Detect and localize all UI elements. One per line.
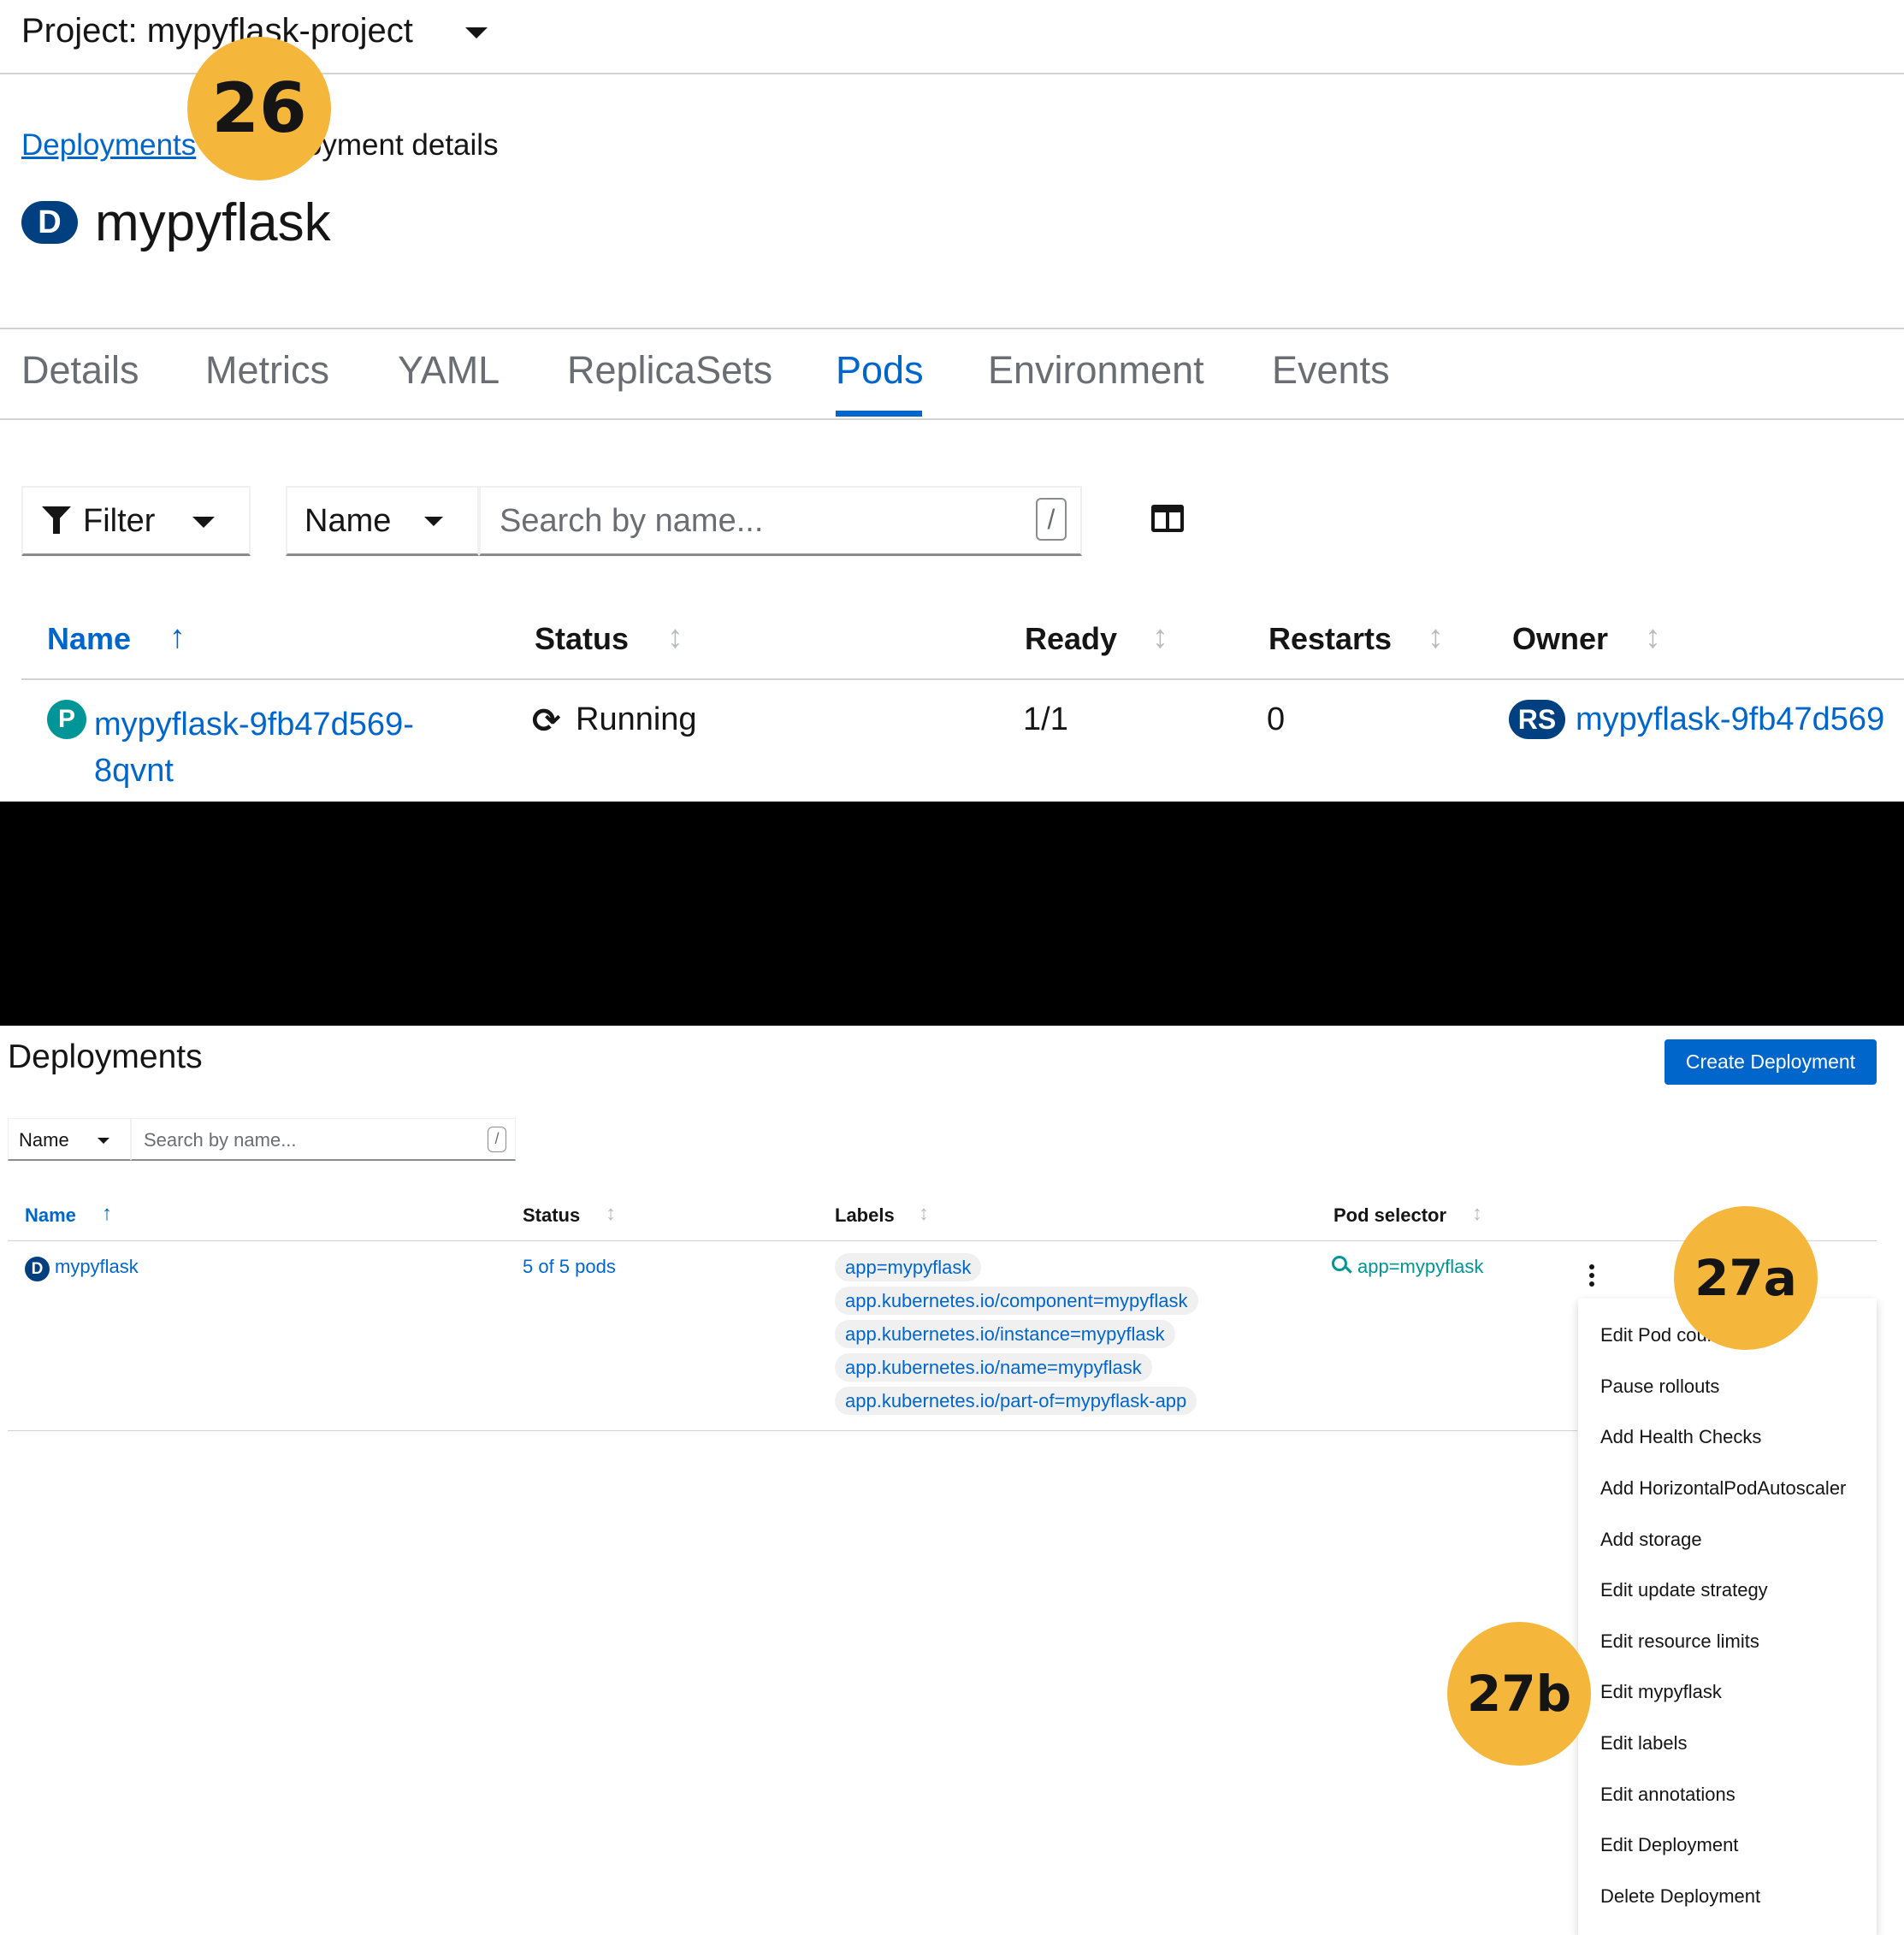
column-header-status[interactable]: Status — [535, 621, 629, 657]
replicaset-badge: RS — [1509, 700, 1565, 739]
caret-down-icon — [98, 1138, 109, 1144]
deployment-badge: D — [25, 1257, 50, 1281]
caret-down-icon — [192, 517, 215, 528]
label-chip[interactable]: app.kubernetes.io/part-of=mypyflask-app — [835, 1387, 1197, 1415]
label-chip[interactable]: app.kubernetes.io/component=mypyflask — [835, 1287, 1198, 1315]
name-select-label: Name — [305, 503, 392, 539]
menu-item-edit-deployment[interactable]: Edit Deployment — [1600, 1834, 1738, 1856]
label-chip[interactable]: app.kubernetes.io/name=mypyflask — [835, 1353, 1152, 1382]
menu-item-edit-mypyflask[interactable]: Edit mypyflask — [1600, 1681, 1722, 1703]
sort-asc-icon[interactable]: ↑ — [169, 619, 186, 656]
callout-27a: 27a — [1674, 1206, 1818, 1350]
menu-item-add-health-checks[interactable]: Add Health Checks — [1600, 1426, 1761, 1448]
filter-icon-stem — [53, 518, 60, 534]
table-header-divider — [21, 678, 1904, 680]
name-select[interactable]: Name — [8, 1118, 131, 1161]
caret-down-icon[interactable] — [465, 27, 488, 38]
kebab-dot — [1589, 1273, 1594, 1278]
search-placeholder: Search by name... — [144, 1129, 297, 1151]
filter-label: Filter — [83, 503, 156, 539]
pod-restarts: 0 — [1267, 701, 1286, 737]
sort-asc-icon[interactable]: ↑ — [102, 1202, 112, 1226]
search-input[interactable]: Search by name... / — [131, 1118, 516, 1161]
sort-icon[interactable]: ↕ — [606, 1202, 616, 1226]
label-chip[interactable]: app.kubernetes.io/instance=mypyflask — [835, 1320, 1175, 1348]
sort-icon[interactable]: ↕ — [1472, 1202, 1482, 1226]
tab-events[interactable]: Events — [1272, 348, 1390, 393]
name-select[interactable]: Name — [286, 486, 479, 556]
tab-yaml[interactable]: YAML — [398, 348, 500, 393]
active-tab-indicator — [836, 411, 922, 417]
sort-icon[interactable]: ↕ — [919, 1202, 929, 1226]
name-select-label: Name — [19, 1129, 69, 1151]
actions-menu: Edit Pod count Pause rollouts Add Health… — [1578, 1299, 1877, 1935]
column-header-pod-selector[interactable]: Pod selector — [1333, 1204, 1446, 1227]
pod-name-link[interactable]: mypyflask-9fb47d569-8qvnt — [94, 701, 436, 794]
pod-selector-link[interactable]: app=mypyflask — [1357, 1256, 1483, 1278]
menu-item-add-hpa[interactable]: Add HorizontalPodAutoscaler — [1600, 1477, 1846, 1500]
deployments-title: Deployments — [8, 1039, 203, 1075]
filter-button[interactable]: Filter — [21, 486, 251, 556]
menu-item-edit-annotations[interactable]: Edit annotations — [1600, 1784, 1735, 1806]
breadcrumb-deployments-link[interactable]: Deployments — [21, 128, 196, 162]
project-selector[interactable]: Project: mypyflask-project — [21, 12, 413, 50]
table-row-divider — [8, 1430, 1577, 1431]
search-placeholder: Search by name... — [500, 503, 764, 539]
create-deployment-button[interactable]: Create Deployment — [1665, 1039, 1877, 1085]
pod-status: Running — [576, 701, 697, 737]
title-row: D mypyflask — [21, 188, 331, 257]
tab-metrics[interactable]: Metrics — [205, 348, 329, 393]
callout-27b: 27b — [1447, 1622, 1591, 1766]
deployment-details-panel: Project: mypyflask-project Deployments›D… — [0, 0, 1904, 802]
menu-item-add-storage[interactable]: Add storage — [1600, 1529, 1702, 1551]
owner-link[interactable]: mypyflask-9fb47d569 — [1576, 701, 1884, 738]
column-header-labels[interactable]: Labels — [835, 1204, 895, 1227]
search-input[interactable]: Search by name... / — [479, 486, 1082, 556]
menu-item-edit-resource-limits[interactable]: Edit resource limits — [1600, 1630, 1759, 1653]
menu-item-edit-labels[interactable]: Edit labels — [1600, 1732, 1688, 1755]
sort-icon[interactable]: ↕ — [667, 619, 683, 656]
column-header-status[interactable]: Status — [523, 1204, 580, 1227]
columns-icon[interactable] — [1151, 505, 1184, 532]
column-header-name[interactable]: Name — [25, 1204, 76, 1227]
column-header-ready[interactable]: Ready — [1025, 621, 1117, 657]
column-header-name[interactable]: Name — [47, 621, 131, 657]
shortcut-key: / — [1036, 498, 1067, 541]
callout-26: 26 — [187, 37, 331, 180]
tab-environment[interactable]: Environment — [988, 348, 1204, 393]
deployment-badge: D — [21, 201, 78, 244]
table-header-divider — [8, 1240, 1877, 1241]
caret-down-icon — [424, 517, 443, 526]
kebab-dot — [1589, 1281, 1594, 1287]
column-header-owner[interactable]: Owner — [1512, 621, 1608, 657]
pod-ready: 1/1 — [1023, 701, 1068, 737]
menu-item-pause-rollouts[interactable]: Pause rollouts — [1600, 1376, 1719, 1398]
kebab-icon[interactable] — [1580, 1263, 1602, 1288]
menu-item-delete-deployment[interactable]: Delete Deployment — [1600, 1885, 1760, 1908]
deployment-name-link[interactable]: mypyflask — [55, 1256, 139, 1278]
tab-pods[interactable]: Pods — [836, 348, 924, 393]
column-header-restarts[interactable]: Restarts — [1268, 621, 1392, 657]
page-title: mypyflask — [95, 192, 331, 252]
sort-icon[interactable]: ↕ — [1645, 619, 1661, 656]
sort-icon[interactable]: ↕ — [1152, 619, 1168, 656]
deployment-status-link[interactable]: 5 of 5 pods — [523, 1256, 616, 1278]
divider-band — [0, 802, 1904, 1026]
tab-replicasets[interactable]: ReplicaSets — [567, 348, 772, 393]
menu-item-edit-update-strategy[interactable]: Edit update strategy — [1600, 1579, 1768, 1601]
kebab-dot — [1589, 1264, 1594, 1269]
shortcut-key: / — [488, 1127, 506, 1152]
sync-icon: ⟳ — [532, 702, 561, 740]
pod-badge: P — [47, 700, 86, 739]
sort-icon[interactable]: ↕ — [1428, 619, 1444, 656]
tab-details[interactable]: Details — [21, 348, 139, 393]
label-chip[interactable]: app=mypyflask — [835, 1253, 982, 1281]
search-icon — [1332, 1256, 1347, 1271]
tab-bar: Details Metrics YAML ReplicaSets Pods En… — [0, 328, 1904, 420]
